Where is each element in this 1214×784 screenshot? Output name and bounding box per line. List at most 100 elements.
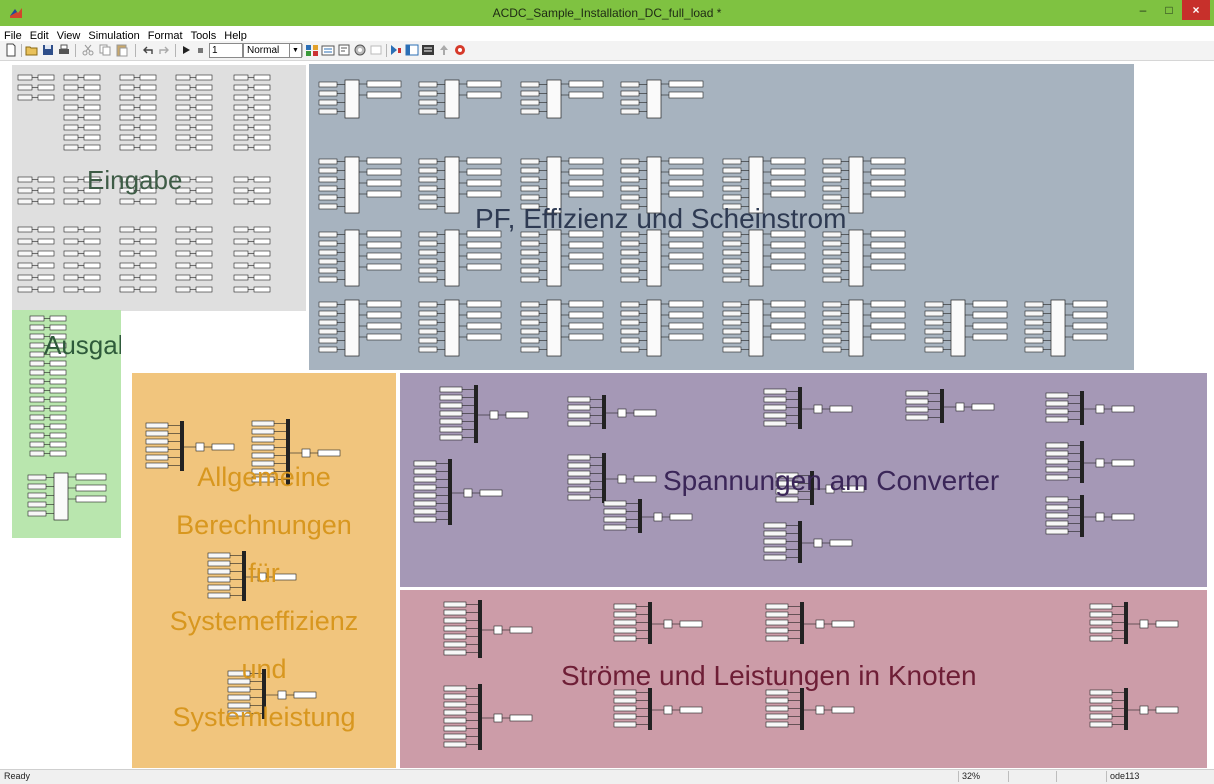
from-block [145, 422, 169, 429]
paste-icon[interactable] [115, 43, 129, 57]
goto-block [83, 84, 101, 91]
minimize-button[interactable]: – [1130, 0, 1156, 20]
menu-bar: File Edit View Simulation Format Tools Help [0, 26, 1214, 42]
from-block [439, 386, 463, 393]
stop-icon[interactable] [193, 43, 207, 57]
sum-block [493, 625, 503, 635]
goto-block [49, 378, 67, 385]
subsystem-block [748, 156, 764, 214]
library-browser-icon[interactable] [305, 43, 319, 57]
output-block [841, 485, 865, 493]
goto-block [253, 250, 271, 257]
from-block [613, 635, 637, 642]
model-canvas[interactable]: Eingabe PF, Effizienz und Scheinstrom Au… [0, 61, 1214, 769]
goto-block [83, 274, 101, 281]
input-block [520, 99, 540, 106]
input-block [418, 81, 438, 88]
from-block [251, 476, 275, 483]
const-block [17, 274, 33, 281]
input-block [520, 310, 540, 317]
maximize-button[interactable]: □ [1156, 0, 1182, 20]
area-allgemeine[interactable]: Allgemeine Berechnungen für Systemeffizi… [132, 373, 396, 768]
input-block [418, 99, 438, 106]
goto-block [37, 262, 55, 269]
zoom-icon[interactable] [389, 43, 403, 57]
input-block [924, 346, 944, 353]
input-block [620, 328, 640, 335]
from-block [613, 603, 637, 610]
sum-block [617, 474, 627, 484]
navigate-up-icon[interactable] [437, 43, 451, 57]
input-block [318, 167, 338, 174]
save-icon[interactable] [41, 43, 55, 57]
solver-name: ode113 [1106, 771, 1210, 782]
open-icon[interactable] [25, 43, 39, 57]
const-block [17, 74, 33, 81]
from-block [227, 702, 251, 709]
from-block [443, 701, 467, 708]
output-block [317, 449, 341, 457]
simulation-mode-select[interactable]: Normal ▼ [243, 43, 302, 58]
sample-time-icon[interactable] [421, 43, 435, 57]
build-icon[interactable] [353, 43, 367, 57]
model-browser-icon[interactable] [405, 43, 419, 57]
const-block [119, 124, 135, 131]
const-block [175, 187, 191, 194]
update-diagram-icon[interactable] [369, 43, 383, 57]
input-block [822, 167, 842, 174]
from-block [207, 592, 231, 599]
cut-icon[interactable] [81, 43, 95, 57]
from-block [765, 627, 789, 634]
from-block [1089, 619, 1113, 626]
toolbar-separator [75, 44, 76, 57]
from-block [567, 420, 591, 427]
debug-icon[interactable] [337, 43, 351, 57]
from-block [567, 486, 591, 493]
new-icon[interactable] [4, 43, 18, 57]
const-block [17, 176, 33, 183]
input-block [722, 319, 742, 326]
const-block [233, 262, 249, 269]
display-block [366, 190, 402, 198]
goto-block [139, 114, 157, 121]
output-block [1111, 405, 1135, 413]
from-block [413, 460, 437, 467]
from-block [413, 492, 437, 499]
undo-icon[interactable] [141, 43, 155, 57]
goto-block [37, 187, 55, 194]
input-block [620, 176, 640, 183]
area-pf-effizienz[interactable]: PF, Effizienz und Scheinstrom [309, 64, 1134, 370]
area-stroeme[interactable]: Ströme und Leistungen in Knoten [400, 590, 1207, 768]
settings-icon[interactable] [453, 43, 467, 57]
input-block [520, 108, 540, 115]
display-block [568, 333, 604, 341]
goto-block [83, 226, 101, 233]
start-icon[interactable] [179, 43, 193, 57]
model-explorer-icon[interactable] [321, 43, 335, 57]
redo-icon[interactable] [157, 43, 171, 57]
const-block [63, 114, 79, 121]
area-eingabe[interactable]: Eingabe [12, 65, 306, 311]
const-block [63, 144, 79, 151]
subsystem-block [444, 299, 460, 357]
const-block [29, 360, 45, 367]
display-block [668, 322, 704, 330]
goto-block [253, 238, 271, 245]
input-block [620, 231, 640, 238]
area-ausgabe[interactable]: Ausgabe [12, 310, 121, 538]
input-block [418, 301, 438, 308]
display-block [568, 241, 604, 249]
sum-block [1139, 619, 1149, 629]
copy-icon[interactable] [98, 43, 112, 57]
chevron-down-icon[interactable]: ▼ [289, 44, 301, 57]
subsystem-block [848, 229, 864, 287]
input-block [418, 108, 438, 115]
from-block [251, 436, 275, 443]
display-block [568, 263, 604, 271]
goto-block [139, 84, 157, 91]
area-spannungen[interactable]: Spannungen am Converter [400, 373, 1207, 587]
goto-block [49, 351, 67, 358]
print-icon[interactable] [57, 43, 71, 57]
stop-time-input[interactable]: 1 [209, 43, 243, 58]
close-button[interactable]: × [1182, 0, 1210, 20]
